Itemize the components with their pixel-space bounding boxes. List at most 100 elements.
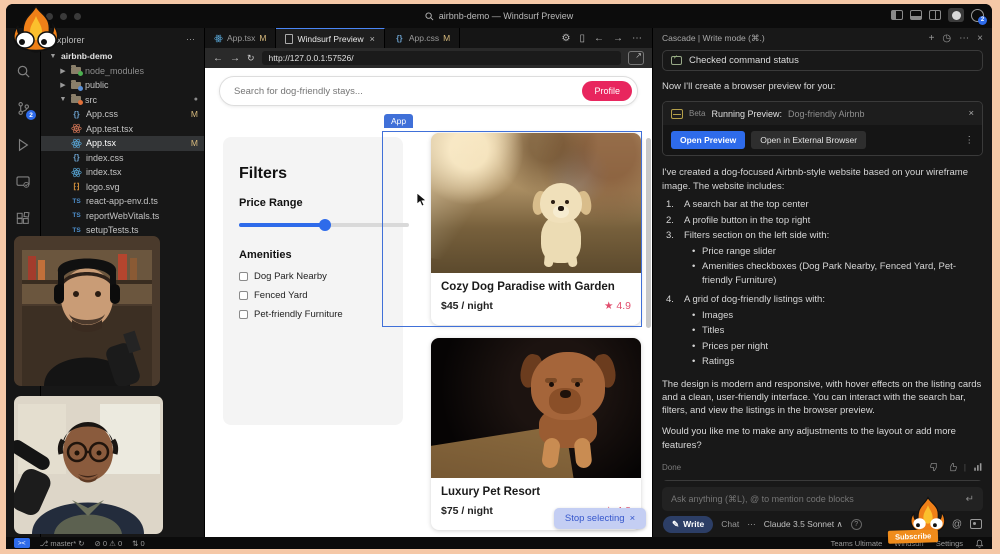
checkbox-dog-park[interactable]: Dog Park Nearby xyxy=(239,271,387,282)
open-external-icon[interactable] xyxy=(628,51,644,65)
avatar[interactable] xyxy=(948,8,964,22)
tree-item-report-web-vitals[interactable]: TSreportWebVitals.ts xyxy=(41,209,204,224)
kebab-menu-icon[interactable]: ⋮ xyxy=(965,135,975,146)
source-control-icon[interactable]: 2 xyxy=(14,99,32,117)
listing-price: $75 / night xyxy=(441,505,493,517)
tree-item-app-test-tsx[interactable]: App.test.tsx xyxy=(41,122,204,137)
toggle-panel-icon[interactable] xyxy=(910,10,922,20)
stats-icon[interactable] xyxy=(973,462,983,472)
tool-status-item[interactable]: Checked command status xyxy=(662,50,983,71)
react-icon xyxy=(71,167,82,178)
window-title: airbnb-demo — Windsurf Preview xyxy=(439,11,574,21)
cascade-panel: Cascade | Write mode (⌘.) + ◷ ⋯ × Checke… xyxy=(652,28,992,537)
tree-item-logo-svg[interactable]: ⁅⁆logo.svg xyxy=(41,180,204,195)
tree-item-index-css[interactable]: {}index.css xyxy=(41,151,204,166)
git-branch[interactable]: ⎇ master* ↻ xyxy=(40,539,85,548)
profile-button[interactable]: Profile xyxy=(582,81,632,101)
price-range-slider[interactable] xyxy=(239,219,397,231)
checkbox-fenced-yard[interactable]: Fenced Yard xyxy=(239,290,387,301)
close-tab-icon[interactable]: × xyxy=(370,34,375,44)
checkbox-pet-furniture[interactable]: Pet-friendly Furniture xyxy=(239,309,387,320)
css-icon: {} xyxy=(71,153,82,162)
extensions-icon[interactable] xyxy=(14,210,32,228)
tree-item-node-modules[interactable]: ▶node_modules xyxy=(41,64,204,79)
image-attach-icon[interactable] xyxy=(970,519,982,529)
checkbox[interactable] xyxy=(239,310,248,319)
subscribe-badge[interactable]: Subscribe xyxy=(888,529,939,544)
title-bar: airbnb-demo — Windsurf Preview 2 xyxy=(6,4,992,28)
settings-gear-icon[interactable]: ⚙ xyxy=(562,33,571,44)
tree-item-react-app-env[interactable]: TSreact-app-env.d.ts xyxy=(41,194,204,209)
server-icon xyxy=(671,109,683,119)
close-panel-icon[interactable]: × xyxy=(977,33,983,44)
help-icon[interactable]: ? xyxy=(851,519,862,530)
stop-selecting-button[interactable]: Stop selecting× xyxy=(554,508,646,529)
more-actions-icon[interactable]: ⋯ xyxy=(632,33,642,44)
status-teams-ultimate[interactable]: Teams Ultimate xyxy=(831,539,883,548)
tree-item-src[interactable]: ▼src ● xyxy=(41,93,204,108)
new-chat-icon[interactable]: + xyxy=(929,33,935,44)
back-icon[interactable]: ← xyxy=(594,33,604,44)
listing-title: Cozy Dog Paradise with Garden xyxy=(441,281,631,293)
open-external-browser-button[interactable]: Open in External Browser xyxy=(751,131,866,149)
problems-indicator[interactable]: ⊘ 0 ⚠ 0 xyxy=(95,539,123,548)
tab-app-tsx[interactable]: App.tsxM xyxy=(205,28,276,48)
status-bar: >< ⎇ master* ↻ ⊘ 0 ⚠ 0 ⇅ 0 Teams Ultimat… xyxy=(6,537,992,549)
tab-bar: App.tsxM Windsurf Preview × {} App.cssM … xyxy=(205,28,652,48)
layout-icon[interactable] xyxy=(929,10,941,20)
checkbox[interactable] xyxy=(239,272,248,281)
search-icon[interactable] xyxy=(14,62,32,80)
close-icon[interactable]: × xyxy=(630,513,636,524)
windsurf-window: airbnb-demo — Windsurf Preview 2 2 xyxy=(6,4,992,549)
tree-root[interactable]: ▼airbnb-demo xyxy=(41,49,204,64)
preview-scrollbar[interactable] xyxy=(646,138,651,328)
bell-icon[interactable] xyxy=(975,539,984,548)
split-editor-icon[interactable]: ▯ xyxy=(579,33,585,44)
editor-group: App.tsxM Windsurf Preview × {} App.cssM … xyxy=(204,28,652,537)
listing-photo-dog-garden xyxy=(431,133,641,273)
toggle-sidebar-icon[interactable] xyxy=(891,10,903,20)
ts-icon: TS xyxy=(71,198,82,205)
url-input[interactable]: http://127.0.0.1:57526/ xyxy=(262,51,621,65)
site-search-input[interactable] xyxy=(234,86,582,97)
listing-card-2[interactable]: Luxury Pet Resort $75 / night ★ 4.8 xyxy=(431,338,641,530)
ports-indicator[interactable]: ⇅ 0 xyxy=(132,539,145,548)
tree-item-public[interactable]: ▶public xyxy=(41,78,204,93)
browser-refresh-icon[interactable]: ↻ xyxy=(247,53,255,64)
mention-icon[interactable]: @ xyxy=(952,519,962,530)
browser-forward-icon[interactable]: → xyxy=(230,53,240,64)
mode-chat-toggle[interactable]: Chat xyxy=(721,519,739,529)
checkbox[interactable] xyxy=(239,291,248,300)
model-selector[interactable]: Claude 3.5 Sonnet ∧ xyxy=(764,519,843,530)
tab-windsurf-preview[interactable]: Windsurf Preview × xyxy=(276,28,384,48)
close-icon[interactable]: × xyxy=(968,108,974,119)
mode-write-toggle[interactable]: ✎Write xyxy=(663,516,713,533)
open-preview-button[interactable]: Open Preview xyxy=(671,131,745,149)
tree-item-app-tsx[interactable]: App.tsxM xyxy=(41,136,204,151)
webcam-speaker-1 xyxy=(14,236,160,386)
react-icon xyxy=(71,138,82,149)
remote-explorer-icon[interactable] xyxy=(14,173,32,191)
more-icon[interactable]: ⋯ xyxy=(959,33,969,44)
listing-card-1[interactable]: Cozy Dog Paradise with Garden $45 / nigh… xyxy=(431,133,641,325)
account-icon[interactable]: 2 xyxy=(971,9,984,22)
status-settings[interactable]: Settings xyxy=(936,539,963,548)
history-icon[interactable]: ◷ xyxy=(942,33,951,44)
site-search-bar[interactable]: Profile xyxy=(219,76,638,106)
mode-more-icon[interactable]: ⋯ xyxy=(747,519,756,530)
cascade-header: Cascade | Write mode (⌘.) xyxy=(662,33,765,44)
tree-item-index-tsx[interactable]: index.tsx xyxy=(41,165,204,180)
slider-thumb[interactable] xyxy=(319,219,331,231)
browser-back-icon[interactable]: ← xyxy=(213,53,223,64)
remote-indicator[interactable]: >< xyxy=(14,538,30,548)
thumbs-down-icon[interactable] xyxy=(930,462,940,472)
channel-mascot-logo xyxy=(8,4,64,61)
svg-icon: ⁅⁆ xyxy=(71,182,82,191)
tab-app-css[interactable]: {} App.cssM xyxy=(385,28,460,48)
forward-icon[interactable]: → xyxy=(613,33,623,44)
thumbs-up-icon[interactable] xyxy=(947,462,957,472)
inspect-component-badge: App xyxy=(384,114,413,128)
tree-item-app-css[interactable]: {}App.cssM xyxy=(41,107,204,122)
run-debug-icon[interactable] xyxy=(14,136,32,154)
explorer-menu-icon[interactable]: ⋯ xyxy=(186,34,196,45)
